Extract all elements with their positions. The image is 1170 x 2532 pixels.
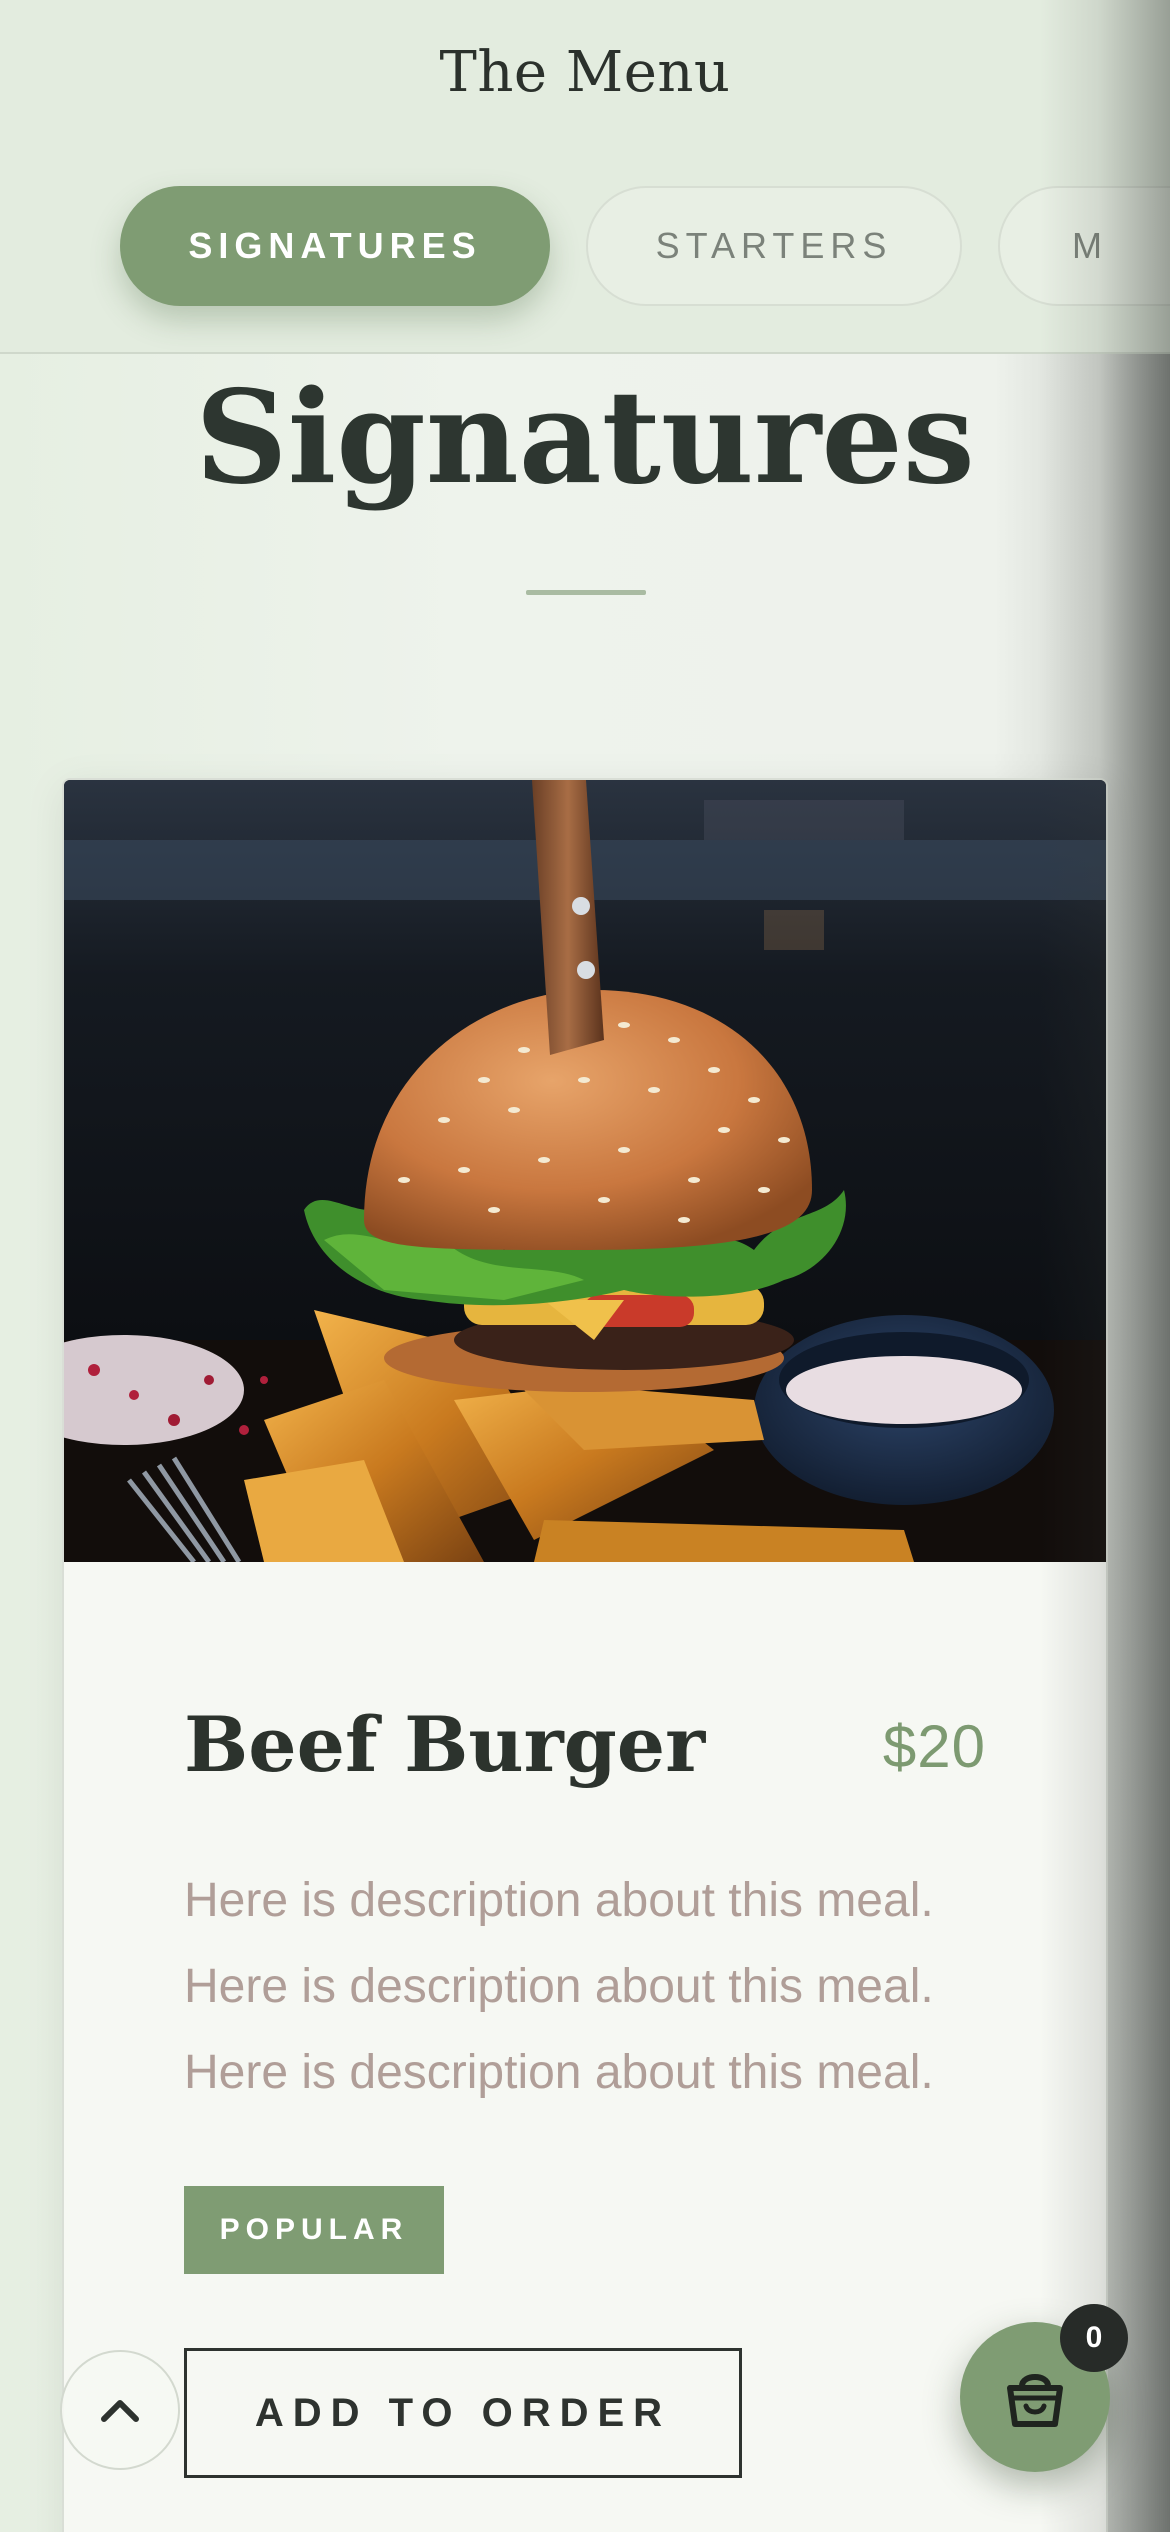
shopping-basket-icon [1007,2374,1063,2427]
header: The Menu SIGNATURES STARTERS M [0,0,1170,354]
description-line: Here is description about this meal. [184,1874,934,1927]
chevron-up-icon [101,2400,139,2422]
section-title: Signatures [195,363,975,513]
add-to-order-button[interactable]: ADD TO ORDER [184,2348,742,2478]
cart-count-badge: 0 [1060,2304,1128,2372]
title-divider [526,590,646,595]
tab-starters[interactable]: STARTERS [586,186,962,306]
item-photo [64,780,1106,1562]
menu-page: The Menu SIGNATURES STARTERS M Signature… [0,0,1170,2532]
scroll-to-top-button[interactable] [60,2350,180,2470]
menu-item-card: Beef Burger $20 Here is description abou… [62,778,1108,2532]
description-line: Here is description about this meal. [184,1960,934,2013]
tab-next-category[interactable]: M [998,186,1170,306]
item-description: Here is description about this meal. Her… [184,1858,1044,2116]
description-line: Here is description about this meal. [184,2046,934,2099]
item-price: $20 [882,1713,986,1780]
app-title: The Menu [439,40,731,105]
tab-signatures[interactable]: SIGNATURES [120,186,550,306]
item-name: Beef Burger [184,1700,706,1789]
popular-badge: POPULAR [184,2186,444,2274]
